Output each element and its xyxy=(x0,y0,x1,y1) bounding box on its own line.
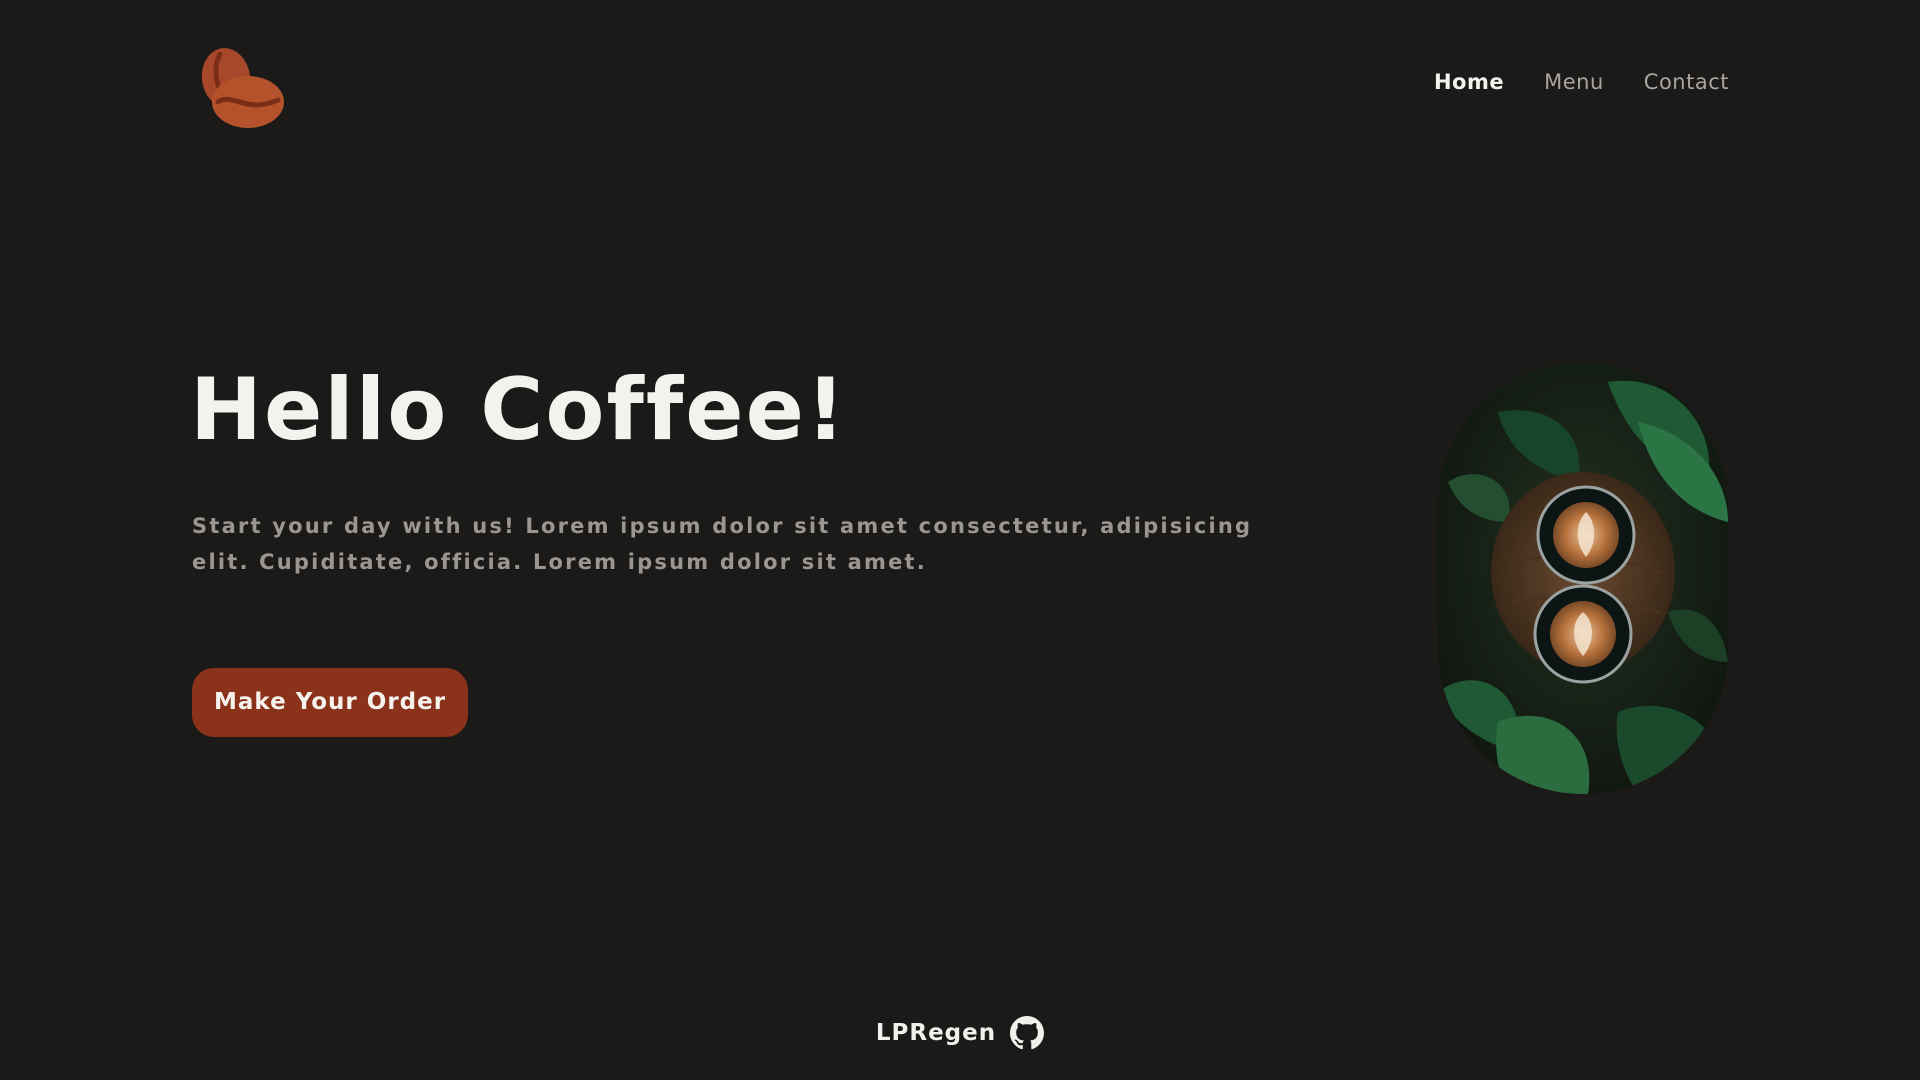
make-order-button[interactable]: Make Your Order xyxy=(192,668,469,737)
nav-home-link[interactable]: Home xyxy=(1434,70,1504,94)
hero-description: Start your day with us! Lorem ipsum dolo… xyxy=(192,514,1253,574)
footer: LPRegen xyxy=(0,1016,1920,1050)
nav-menu-link[interactable]: Menu xyxy=(1544,70,1604,94)
hero-coffee-image xyxy=(1438,362,1728,794)
github-icon[interactable] xyxy=(1010,1016,1045,1050)
nav-contact-link[interactable]: Contact xyxy=(1644,70,1729,94)
hero-title: Hello Coffee! xyxy=(190,360,848,460)
main-nav: Home Menu Contact xyxy=(1434,70,1729,94)
footer-author-link[interactable]: LPRegen xyxy=(876,1020,996,1046)
coffee-beans-logo-icon[interactable] xyxy=(198,44,288,130)
landing-page: Home Menu Contact Hello Coffee! Start yo… xyxy=(0,0,1920,1080)
